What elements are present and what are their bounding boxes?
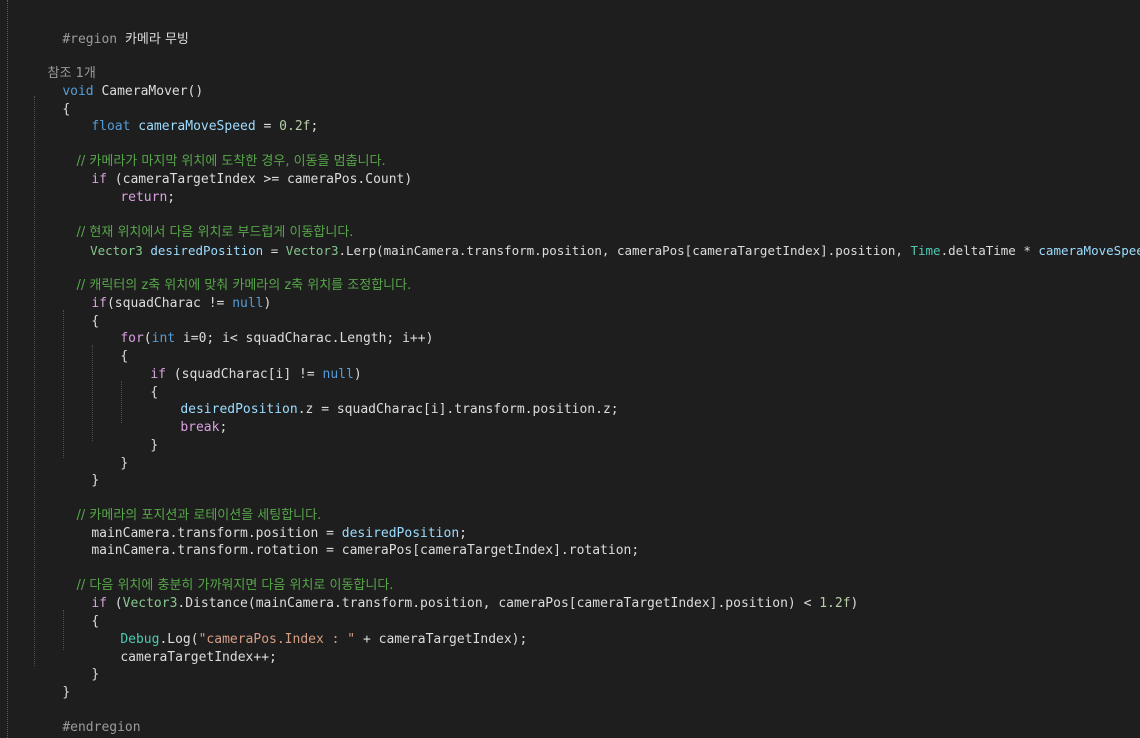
outlining-margin-line xyxy=(7,0,8,738)
code-line[interactable]: { xyxy=(31,83,70,117)
code-editor[interactable]: #region 카메라 무빙 참조 1개 void CameraMover() … xyxy=(0,0,1140,738)
code-comment[interactable]: // 카메라가 마지막 위치에 도착한 경우, 이동을 멈춥니다. xyxy=(60,135,386,169)
code-line[interactable]: if (squadCharac[i] != null) xyxy=(119,348,361,382)
code-line[interactable]: cameraTargetIndex++; xyxy=(89,631,277,665)
code-line[interactable]: desiredPosition.z = squadCharac[i].trans… xyxy=(149,383,618,417)
method-name: CameraMover xyxy=(101,84,188,99)
region-name: 카메라 무빙 xyxy=(124,32,189,47)
code-comment[interactable]: // 카메라의 포지션과 로테이션을 세팅합니다. xyxy=(60,489,322,523)
method-signature[interactable]: void CameraMover() xyxy=(31,65,203,99)
code-line[interactable]: break; xyxy=(149,401,227,435)
code-line[interactable]: } xyxy=(60,454,99,488)
code-comment[interactable]: // 캐릭터의 z축 위치에 맞춰 카메라의 z축 위치를 조정합니다. xyxy=(60,259,412,293)
region-line[interactable]: #region 카메라 무빙 xyxy=(31,13,189,47)
code-line[interactable]: if (cameraTargetIndex >= cameraPos.Count… xyxy=(60,153,412,187)
code-line[interactable]: mainCamera.transform.position = desiredP… xyxy=(60,507,467,541)
code-comment[interactable]: // 현재 위치에서 다음 위치로 부드럽게 이동합니다. xyxy=(60,206,354,240)
code-comment[interactable]: // 다음 위치에 충분히 가까워지면 다음 위치로 이동합니다. xyxy=(60,559,394,593)
code-line[interactable]: return; xyxy=(89,171,175,205)
endregion-directive: #endregion xyxy=(62,720,141,735)
indent-guide xyxy=(34,96,35,666)
code-line[interactable]: } xyxy=(89,437,128,471)
code-line[interactable]: mainCamera.transform.rotation = cameraPo… xyxy=(60,524,639,558)
code-line[interactable]: { xyxy=(89,330,128,364)
code-line[interactable]: { xyxy=(60,295,99,329)
code-line[interactable]: float cameraMoveSpeed = 0.2f; xyxy=(60,100,318,134)
code-line[interactable]: } xyxy=(31,666,70,700)
code-line[interactable]: { xyxy=(60,595,99,629)
code-line[interactable]: if (Vector3.Distance(mainCamera.transfor… xyxy=(60,577,858,611)
endregion-line[interactable]: #endregion xyxy=(31,701,140,735)
code-line[interactable]: Vector3 desiredPosition = Vector3.Lerp(m… xyxy=(60,224,1140,258)
code-line[interactable]: if(squadCharac != null) xyxy=(60,277,271,311)
codelens-references[interactable]: 참조 1개 xyxy=(31,47,96,81)
code-line[interactable]: } xyxy=(60,648,99,682)
code-line[interactable]: { xyxy=(119,366,158,400)
region-directive: #region xyxy=(62,32,118,47)
code-line[interactable]: } xyxy=(119,419,158,453)
code-line[interactable]: Debug.Log("cameraPos.Index : " + cameraT… xyxy=(89,613,527,647)
code-line[interactable]: for(int i=0; i< squadCharac.Length; i++) xyxy=(89,312,433,346)
